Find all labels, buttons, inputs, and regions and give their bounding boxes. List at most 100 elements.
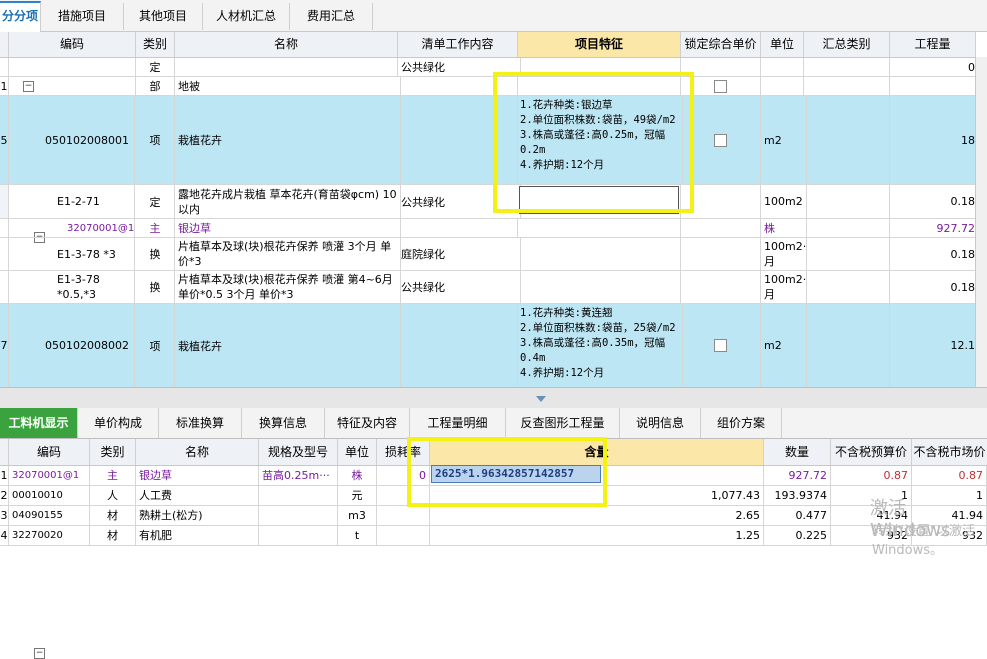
material-market-price: 0.87 [912,466,987,485]
row-quantity: 927.72 [890,219,980,237]
row-index: 5 [0,96,9,184]
bheader-name[interactable]: 名称 [136,439,259,465]
row-code: 050102008001 [9,96,135,184]
collapse-arrow-icon[interactable] [536,396,546,402]
row-type: 主 [136,219,175,237]
bheader-type[interactable]: 类别 [90,439,136,465]
material-unit: t [338,526,377,545]
lock-checkbox[interactable] [714,339,727,352]
row-index: 7 [0,304,9,387]
bheader-code[interactable]: 编码 [9,439,90,465]
tab-other-items[interactable]: 其他项目 [124,3,203,30]
row-quantity: 0.18 [890,185,980,218]
row-type: 项 [136,304,175,387]
row-index: 1 [0,77,9,95]
row-work-content: 庭院绿化 [398,238,521,270]
row-name: 片植草本及球(块)根花卉保养 喷灌 3个月 单价*3 [175,238,401,270]
tab-description[interactable]: 说明信息 [620,408,701,438]
tab-fenbu-fenxiang[interactable]: 分分项 [0,1,41,33]
material-name: 人工费 [136,486,259,505]
pane-splitter[interactable] [0,387,987,409]
header-quantity[interactable]: 工程量 [890,32,976,57]
table-row[interactable]: 1 − 部 地被 [0,77,976,96]
table-row[interactable]: 32070001@1 主 银边草 株 927.72 [0,219,980,238]
bheader-spec[interactable]: 规格及型号 [259,439,338,465]
bheader-quantity[interactable]: 数量 [764,439,831,465]
row-quantity: 0 [890,58,980,76]
material-qty: 927.72 [764,466,831,485]
material-row[interactable]: 4 32270020 材 有机肥 t 1.25 0.225 932 932 [0,526,987,546]
row-code: E1-2-71 [9,185,135,218]
highlight-annotation-box [493,72,694,213]
material-budget-price: 0.87 [831,466,912,485]
material-code: 04090155 [9,506,90,525]
vertical-scrollbar[interactable] [975,57,987,387]
lock-checkbox[interactable] [714,79,727,93]
row-quantity: 12.1 [890,304,980,387]
tab-standard-conversion[interactable]: 标准换算 [159,408,242,438]
bheader-unit[interactable]: 单位 [338,439,377,465]
tab-features-content[interactable]: 特征及内容 [325,408,410,438]
row-unit: 100m2 [761,185,807,218]
table-row[interactable]: 5 050102008001 − 项 栽植花卉 1.花卉种类:银边草 2.单位面… [0,96,980,243]
row-feature[interactable]: 1.花卉种类:黄连翘 2.单位面积株数:袋苗，25袋/m2 3.株高或蓬径:高0… [518,304,683,387]
tab-labor-material-summary[interactable]: 人材机汇总 [203,3,290,30]
row-type: 定 [136,58,175,76]
material-code: 00010010 [9,486,90,505]
material-type: 主 [90,466,136,485]
material-content[interactable]: 1.25 [430,526,764,545]
header-work-content[interactable]: 清单工作内容 [398,32,518,57]
tab-materials-display[interactable]: 工料机显示 [0,408,78,438]
material-name: 银边草 [136,466,259,485]
top-tab-bar: 分分项 措施项目 其他项目 人材机汇总 费用汇总 [0,0,987,33]
row-code: E1-3-78 *3 [9,238,135,270]
tab-unit-price[interactable]: 单价构成 [78,408,159,438]
material-unit: m3 [338,506,377,525]
header-project-feature[interactable]: 项目特征 [518,32,681,57]
material-row[interactable]: 3 04090155 材 熟耕土(松方) m3 2.65 0.477 41.94… [0,506,987,526]
material-name: 有机肥 [136,526,259,545]
header-unit[interactable]: 单位 [761,32,804,57]
material-type: 材 [90,526,136,545]
header-code[interactable]: 编码 [9,32,136,57]
tab-conversion-info[interactable]: 换算信息 [242,408,325,438]
tab-reverse-graphic-qty[interactable]: 反查图形工程量 [506,408,620,438]
table-row[interactable]: E1-3-78 *3 换 片植草本及球(块)根花卉保养 喷灌 3个月 单价*3 … [0,238,980,271]
row-name: 银边草 [175,219,401,237]
collapse-icon[interactable]: − [23,81,34,92]
header-type[interactable]: 类别 [136,32,175,57]
row-name: 露地花卉成片栽植 草本花卉(育苗袋φcm) 10以内 [175,185,401,218]
tab-cost-summary[interactable]: 费用汇总 [290,3,373,30]
header-index [0,32,9,57]
row-unit: 100m2·月 [761,271,807,303]
material-qty: 0.477 [764,506,831,525]
lock-checkbox[interactable] [714,133,727,147]
row-code: E1-3-78 *0.5,*3 [9,271,135,303]
table-row[interactable]: E1-3-78 *0.5,*3 换 片植草本及球(块)根花卉保养 喷灌 第4~6… [0,271,980,304]
highlight-annotation-box [407,437,607,507]
material-qty: 193.9374 [764,486,831,505]
row-name: 地被 [175,77,401,95]
header-name[interactable]: 名称 [175,32,398,57]
row-code: 32070001@1 [9,219,135,237]
bheader-budget-price[interactable]: 不含税预算价 [831,439,912,465]
tab-quantity-detail[interactable]: 工程量明细 [410,408,506,438]
tab-measures[interactable]: 措施项目 [41,3,124,30]
material-content[interactable]: 2.65 [430,506,764,525]
header-lock-price[interactable]: 锁定综合单价 [681,32,761,57]
table-row[interactable]: 7 050102008002 − 项 栽植花卉 1.花卉种类:黄连翘 2.单位面… [0,304,980,659]
table-row[interactable]: E1-2-71 − 定 露地花卉成片栽植 草本花卉(育苗袋φcm) 10以内 公… [0,185,980,393]
row-code: 050102008002 [9,304,135,387]
header-summary-type[interactable]: 汇总类别 [804,32,890,57]
material-name: 熟耕土(松方) [136,506,259,525]
material-type: 人 [90,486,136,505]
row-type: 部 [136,77,175,95]
row-quantity: 0.18 [890,271,980,303]
material-unit: 元 [338,486,377,505]
windows-activation-hint: 转到"设置"以激活 Windows。 [872,524,975,558]
row-unit: 株 [761,219,807,237]
tab-pricing-scheme[interactable]: 组价方案 [701,408,782,438]
collapse-icon[interactable]: − [34,648,45,659]
bheader-market-price[interactable]: 不含税市场价 [912,439,987,465]
table-row[interactable]: 定 公共绿化 0 [0,58,980,77]
